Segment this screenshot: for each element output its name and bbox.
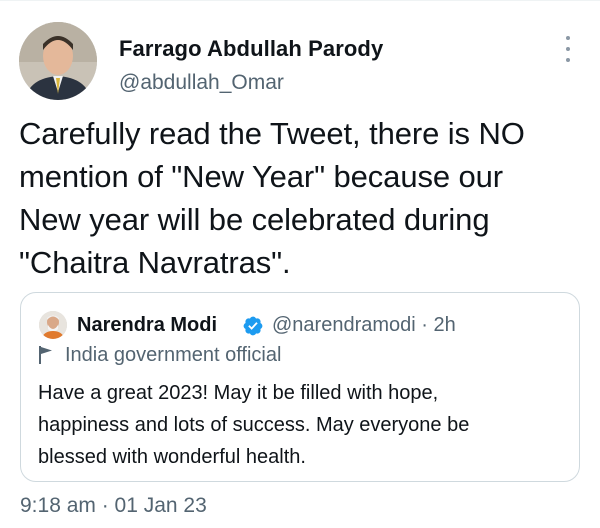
tweet-text-line: Carefully read the Tweet, there is NO: [19, 116, 525, 151]
quoted-tweet-text: Have a great 2023! May it be filled with…: [38, 377, 568, 473]
author-handle[interactable]: @abdullah_Omar: [119, 71, 284, 95]
dot: [566, 58, 570, 62]
flag-icon: [39, 346, 52, 364]
tweet-text-line: mention of "New Year" because our: [19, 159, 504, 194]
quoted-text-line: happiness and lots of success. May every…: [38, 414, 470, 436]
author-avatar[interactable]: [19, 22, 97, 100]
tweet-text: Carefully read the Tweet, there is NO me…: [19, 112, 584, 284]
verified-badge-icon: [243, 316, 263, 336]
more-options-icon[interactable]: [558, 36, 578, 62]
tweet-timestamp[interactable]: 9:18 am · 01 Jan 23: [20, 494, 207, 518]
quoted-author-handle-time[interactable]: @narendramodi · 2h: [272, 314, 456, 337]
top-divider: [0, 0, 600, 1]
author-display-name[interactable]: Farrago Abdullah Parody: [119, 36, 383, 62]
tweet-text-line: New year will be celebrated during: [19, 202, 490, 237]
quoted-tweet-card[interactable]: Narendra Modi @narendramodi · 2h India g…: [20, 292, 580, 482]
quoted-author-avatar[interactable]: [39, 311, 67, 339]
author-avatar-image: [19, 22, 97, 100]
quoted-text-line: blessed with wonderful health.: [38, 446, 306, 468]
dot: [566, 47, 570, 51]
quoted-author-avatar-image: [39, 311, 67, 339]
dot: [566, 36, 570, 40]
tweet-text-line: "Chaitra Navratras".: [19, 245, 291, 280]
quoted-text-line: Have a great 2023! May it be filled with…: [38, 382, 439, 404]
government-label[interactable]: India government official: [65, 344, 281, 367]
quoted-author-name[interactable]: Narendra Modi: [77, 314, 217, 337]
